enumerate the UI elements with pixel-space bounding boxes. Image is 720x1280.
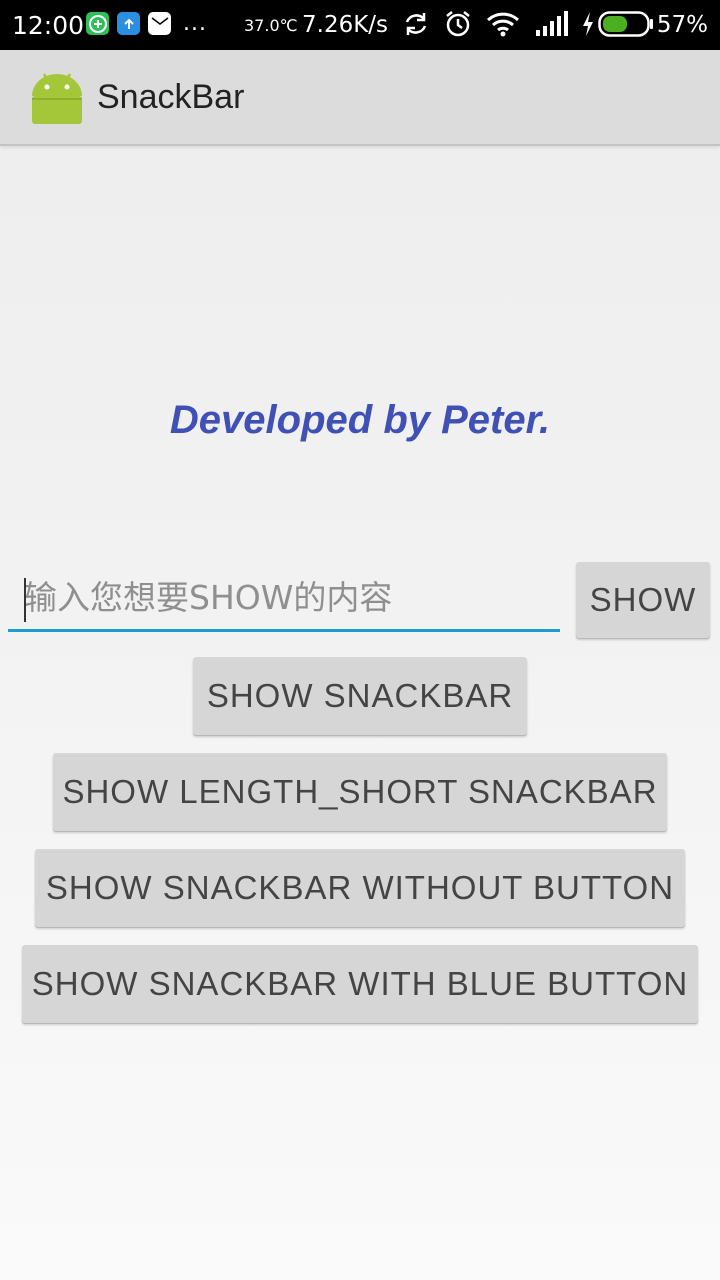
upload-icon (117, 12, 140, 35)
signal-icon (534, 11, 568, 41)
message-input-container (8, 570, 560, 632)
battery-percent: 57% (656, 12, 708, 38)
android-icon (30, 70, 84, 131)
net-speed-text: 7.26K/s (302, 12, 389, 38)
charging-icon (582, 12, 594, 40)
developer-credit: Developed by Peter. (169, 398, 551, 442)
temperature-text: 37.0℃ (244, 15, 298, 35)
status-time: 12:00 (12, 10, 85, 40)
sync-icon (402, 10, 430, 42)
text-cursor (24, 578, 26, 622)
show-snackbar-without-button-button[interactable]: SHOW SNACKBAR WITHOUT BUTTON (35, 849, 685, 927)
battery-icon (598, 11, 654, 41)
wifi-icon (486, 11, 520, 41)
show-length-short-snackbar-button[interactable]: SHOW LENGTH_SHORT SNACKBAR (53, 753, 667, 831)
show-snackbar-button[interactable]: SHOW SNACKBAR (193, 657, 527, 735)
app-add-icon (86, 12, 109, 35)
mail-icon (148, 12, 171, 35)
notification-icons: ... (86, 12, 207, 35)
action-bar: SnackBar (0, 50, 720, 146)
show-snackbar-with-blue-button-button[interactable]: SHOW SNACKBAR WITH BLUE BUTTON (22, 945, 698, 1023)
more-notifications-icon: ... (183, 10, 207, 36)
system-icons (402, 10, 654, 42)
show-button[interactable]: SHOW (576, 562, 710, 638)
status-bar: 12:00 ... 37.0℃ 7.26K/s 57% (0, 0, 720, 50)
alarm-icon (444, 10, 472, 42)
message-input[interactable] (8, 570, 560, 632)
app-title: SnackBar (97, 78, 245, 116)
